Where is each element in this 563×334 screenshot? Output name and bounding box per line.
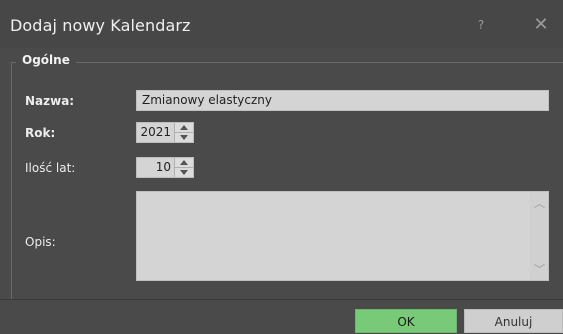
window-title: Dodaj nowy Kalendarz bbox=[10, 16, 191, 35]
ok-button[interactable]: OK bbox=[355, 309, 457, 333]
cancel-button[interactable]: Anuluj bbox=[464, 309, 563, 333]
close-icon[interactable]: ✕ bbox=[530, 14, 552, 36]
years-count-value: 10 bbox=[155, 160, 171, 174]
description-textarea[interactable]: ︿ ﹀ bbox=[136, 191, 549, 281]
years-count-label: Ilość lat: bbox=[25, 161, 76, 175]
year-spin-buttons bbox=[174, 123, 193, 142]
year-spinner[interactable]: 2021 bbox=[136, 122, 194, 143]
help-icon[interactable]: ? bbox=[470, 14, 492, 36]
description-scrollbar[interactable]: ︿ ﹀ bbox=[530, 192, 548, 280]
years-count-decrement-button[interactable] bbox=[175, 167, 193, 177]
year-label: Rok: bbox=[25, 126, 56, 140]
description-label: Opis: bbox=[25, 235, 56, 249]
years-count-spinner[interactable]: 10 bbox=[136, 157, 194, 178]
group-title: Ogólne bbox=[16, 53, 76, 67]
scroll-down-icon[interactable]: ﹀ bbox=[534, 261, 545, 277]
scroll-up-icon[interactable]: ︿ bbox=[534, 195, 545, 211]
title-bar: Dodaj nowy Kalendarz ? ✕ bbox=[0, 0, 563, 48]
years-count-increment-button[interactable] bbox=[175, 158, 193, 168]
arrow-down-icon bbox=[180, 169, 188, 175]
name-label: Nazwa: bbox=[25, 94, 75, 108]
name-input-value: Zmianowy elastyczny bbox=[142, 93, 273, 107]
arrow-up-icon bbox=[180, 125, 188, 130]
year-value: 2021 bbox=[140, 125, 171, 139]
year-decrement-button[interactable] bbox=[175, 132, 193, 142]
year-increment-button[interactable] bbox=[175, 123, 193, 133]
arrow-up-icon bbox=[180, 160, 188, 165]
dialog-footer: OK Anuluj bbox=[0, 299, 563, 333]
name-input[interactable]: Zmianowy elastyczny bbox=[136, 90, 549, 111]
years-count-spin-buttons bbox=[174, 158, 193, 177]
arrow-down-icon bbox=[180, 134, 188, 140]
